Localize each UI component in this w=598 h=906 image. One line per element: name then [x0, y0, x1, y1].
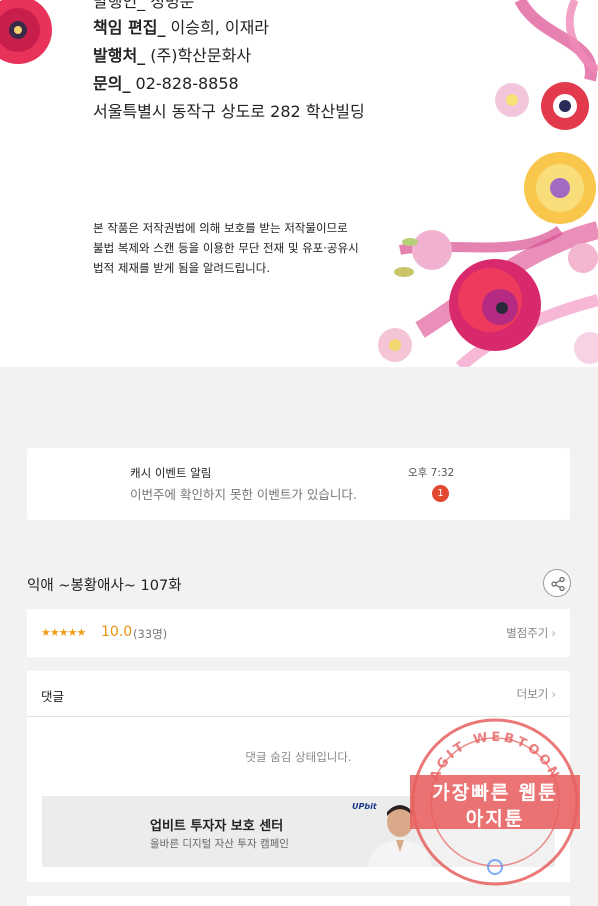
notice-line: 법적 제재를 받게 됨을 알려드립니다. [93, 261, 270, 275]
watermark-line1: 가장빠른 웹툰 [432, 782, 558, 804]
notice-line: 불법 복제와 스캔 등을 이용한 무단 전재 및 유포·공유시 [93, 241, 359, 255]
publisher-name-line: 발행인_ 정병문 [93, 0, 195, 11]
share-button[interactable] [543, 569, 571, 597]
flower-decoration-image [0, 0, 598, 367]
notification-message: 이번주에 확인하지 못한 이벤트가 있습니다. [130, 487, 357, 502]
chevron-right-icon: › [551, 687, 556, 701]
watermark-stamp: AGIT WEBTOON 가장빠른 웹툰 아지툰 [410, 717, 580, 887]
notification-title: 캐시 이벤트 알림 [130, 466, 212, 480]
comments-title: 댓글 [41, 689, 65, 704]
contact-label: 문의_ [93, 74, 131, 93]
colophon-panel: 발행인_ 정병문 책임 편집_ 이승희, 이재라 발행처_ (주)학산문화사 문… [0, 0, 598, 367]
comments-header: 댓글 더보기 › [27, 671, 570, 717]
chevron-right-icon: › [551, 626, 556, 640]
editor-line: 책임 편집_ 이승희, 이재라 [93, 14, 269, 38]
share-icon [551, 576, 565, 592]
copyright-notice: 본 작품은 저작권법에 의해 보호를 받는 저작물이므로 불법 복제와 스캔 등… [93, 218, 373, 278]
rate-button[interactable]: 별점주기 › [506, 625, 556, 641]
notice-line: 본 작품은 저작권법에 의해 보호를 받는 저작물이므로 [93, 221, 348, 235]
address-line: 서울특별시 동작구 상도로 282 학산빌딩 [93, 102, 365, 121]
rating-voter-count: (33명) [133, 627, 168, 641]
publisher-value: (주)학산문화사 [145, 46, 252, 65]
publisher-label: 발행처_ [93, 46, 146, 65]
rating-score: 10.0 [101, 624, 133, 640]
rating-card: ★★★★★ 10.0 (33명) 별점주기 › [27, 609, 570, 657]
watermark-line2: 아지툰 [465, 808, 525, 830]
comments-more-link[interactable]: 더보기 › [517, 686, 556, 702]
star-rating-icons: ★★★★★ [41, 626, 86, 639]
contact-line: 문의_ 02-828-8858 [93, 70, 239, 94]
contact-value: 02-828-8858 [130, 74, 239, 93]
comments-more-label: 더보기 [516, 687, 549, 701]
rate-button-label: 별점주기 [506, 626, 549, 640]
ad-subtitle: 올바른 디지털 자산 투자 캠페인 [150, 838, 289, 850]
notification-badge: 1 [432, 485, 449, 502]
publisher-line: 발행처_ (주)학산문화사 [93, 42, 251, 66]
episode-title: 익애 ~봉황애사~ 107화 [27, 578, 182, 594]
editor-value: 이승희, 이재라 [165, 18, 270, 37]
cash-event-notification[interactable]: 캐시 이벤트 알림 이번주에 확인하지 못한 이벤트가 있습니다. 오후 7:3… [27, 448, 570, 520]
editor-label: 책임 편집_ [93, 18, 166, 37]
next-card [27, 896, 570, 906]
notification-time: 오후 7:32 [408, 467, 455, 479]
ad-title: 업비트 투자자 보호 센터 [150, 819, 284, 834]
